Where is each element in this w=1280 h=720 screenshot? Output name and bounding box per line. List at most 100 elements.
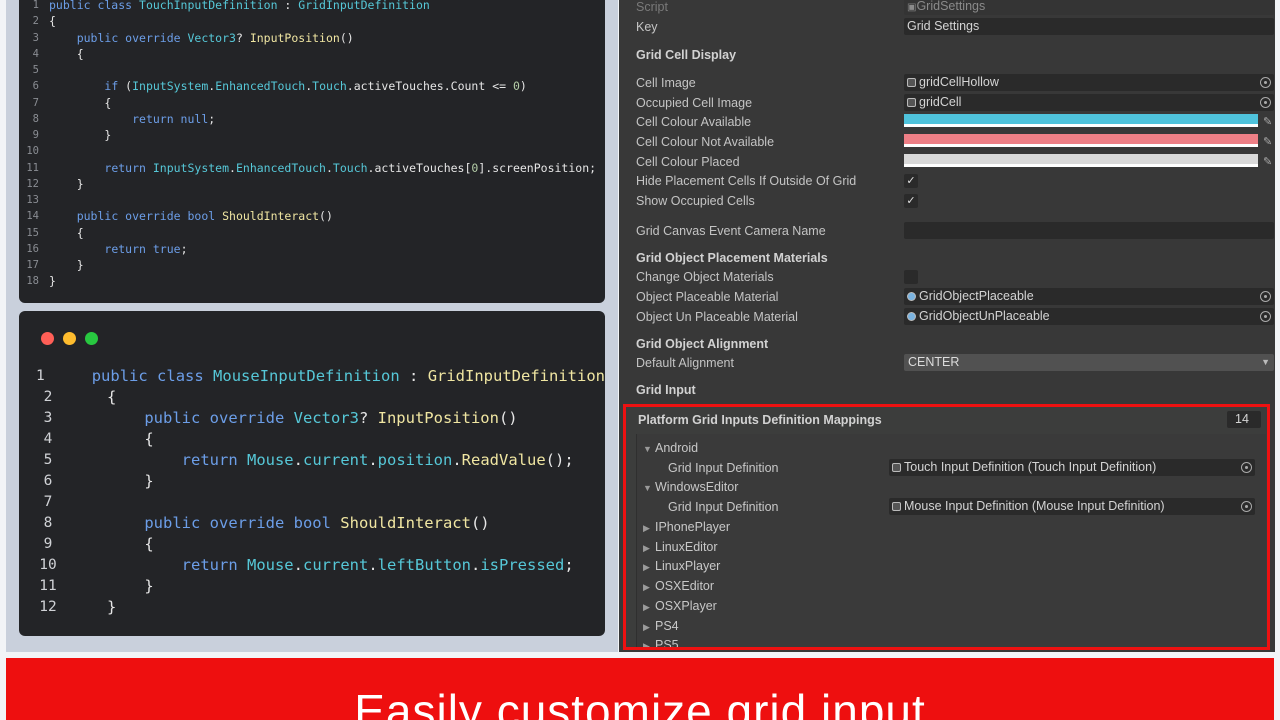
tree-item-windows-editor[interactable]: ▼ WindowsEditor bbox=[643, 478, 738, 496]
collapsed-arrow-icon[interactable]: ▶ bbox=[643, 598, 655, 616]
object-picker-icon[interactable] bbox=[1260, 77, 1271, 88]
colour-not-available-swatch[interactable] bbox=[904, 134, 1258, 147]
line-number: 6 bbox=[43, 473, 53, 489]
tree-item-platform[interactable]: ▶ LinuxEditor bbox=[643, 538, 718, 556]
tree-item-platform[interactable]: ▶ PS5 bbox=[643, 636, 679, 647]
collapsed-arrow-icon[interactable]: ▶ bbox=[643, 637, 655, 647]
code-token: . bbox=[293, 556, 303, 574]
dropdown-arrow-icon: ▼ bbox=[1261, 357, 1270, 367]
android-definition-field[interactable]: Touch Input Definition (Touch Input Defi… bbox=[889, 459, 1255, 476]
expanded-arrow-icon[interactable]: ▼ bbox=[643, 440, 655, 458]
code-token: { bbox=[76, 225, 84, 240]
window-controls bbox=[41, 332, 98, 345]
tree-item-android[interactable]: ▼ Android bbox=[643, 439, 698, 457]
colour-placed-swatch[interactable] bbox=[904, 154, 1258, 167]
line-number: 4 bbox=[43, 431, 53, 447]
show-occupied-checkbox[interactable]: ✓ bbox=[904, 194, 918, 208]
line-number: 13 bbox=[26, 194, 39, 206]
default-alignment-dropdown[interactable]: CENTER ▼ bbox=[904, 354, 1274, 371]
object-picker-icon[interactable] bbox=[1241, 462, 1252, 473]
windows-definition-value: Mouse Input Definition (Mouse Input Defi… bbox=[904, 499, 1165, 513]
colour-available-swatch[interactable] bbox=[904, 114, 1258, 127]
code-token: InputSystem bbox=[152, 160, 230, 175]
change-materials-checkbox[interactable] bbox=[904, 270, 918, 284]
hide-placement-checkbox[interactable]: ✓ bbox=[904, 174, 918, 188]
eyedropper-icon[interactable]: ✎ bbox=[1263, 155, 1272, 168]
collapsed-arrow-icon[interactable]: ▶ bbox=[643, 558, 655, 576]
collapsed-arrow-icon[interactable]: ▶ bbox=[643, 519, 655, 537]
line-number: 1 bbox=[35, 368, 45, 384]
eyedropper-icon[interactable]: ✎ bbox=[1263, 115, 1272, 128]
code-text: public override bool ShouldInteract() bbox=[49, 208, 333, 224]
code-line: 1 public class MouseInputDefinition : Gri… bbox=[19, 366, 605, 387]
line-number: 14 bbox=[26, 210, 39, 223]
camera-name-field[interactable] bbox=[904, 222, 1274, 239]
script-value: GridSettings bbox=[916, 0, 986, 13]
line-number: 1 bbox=[32, 0, 39, 11]
collapsed-arrow-icon[interactable]: ▶ bbox=[643, 578, 655, 596]
minimize-window-icon[interactable] bbox=[63, 332, 76, 345]
code-line: 4 { bbox=[19, 46, 605, 62]
code-token: leftButton bbox=[377, 556, 471, 574]
tree-item-platform[interactable]: ▶ LinuxPlayer bbox=[643, 557, 720, 575]
code-token: return bbox=[181, 556, 247, 574]
code-line: 9 } bbox=[19, 127, 605, 143]
code-token: Mouse bbox=[246, 451, 294, 469]
code-line: 10 return Mouse.current.leftButton.isPre… bbox=[19, 555, 605, 576]
close-window-icon[interactable] bbox=[41, 332, 54, 345]
code-text: public class MouseInputDefinition : Grid… bbox=[92, 366, 605, 387]
expanded-arrow-icon[interactable]: ▼ bbox=[643, 479, 655, 497]
code-line: 5 bbox=[19, 62, 605, 78]
key-field[interactable]: Grid Settings bbox=[904, 18, 1274, 35]
code-line: 11 return InputSystem.EnhancedTouch.Touc… bbox=[19, 160, 605, 176]
collapsed-arrow-icon[interactable]: ▶ bbox=[643, 618, 655, 636]
line-number: 2 bbox=[43, 389, 53, 405]
occupied-cell-image-field[interactable]: gridCell bbox=[904, 94, 1274, 111]
code-line: 5 return Mouse.current.position.ReadValu… bbox=[19, 450, 605, 471]
eyedropper-icon[interactable]: ✎ bbox=[1263, 135, 1272, 148]
cell-image-field[interactable]: gridCellHollow bbox=[904, 74, 1274, 91]
mappings-count-field[interactable]: 14 bbox=[1227, 411, 1261, 428]
line-number: 15 bbox=[26, 226, 39, 239]
object-picker-icon[interactable] bbox=[1260, 311, 1271, 322]
code-token: TouchInputDefinition bbox=[139, 0, 278, 12]
code-text: { bbox=[107, 387, 116, 408]
code-text: public override Vector3? InputPosition() bbox=[107, 408, 517, 429]
maximize-window-icon[interactable] bbox=[85, 332, 98, 345]
object-picker-icon[interactable] bbox=[1260, 97, 1271, 108]
tree-item-platform[interactable]: ▶ PS4 bbox=[643, 617, 679, 635]
code-token: . bbox=[471, 556, 481, 574]
windows-definition-field[interactable]: Mouse Input Definition (Mouse Input Defi… bbox=[889, 498, 1255, 515]
unplaceable-material-field[interactable]: GridObjectUnPlaceable bbox=[904, 308, 1274, 325]
sprite-icon bbox=[907, 98, 916, 107]
default-alignment-label: Default Alignment bbox=[636, 356, 734, 370]
tree-item-platform[interactable]: ▶ OSXEditor bbox=[643, 577, 714, 595]
code-token: . bbox=[368, 451, 378, 469]
platform-mappings-panel: Platform Grid Inputs Definition Mappings… bbox=[623, 404, 1270, 650]
windows-editor-label: WindowsEditor bbox=[655, 480, 739, 494]
code-text: return true; bbox=[49, 241, 187, 257]
code-line: 16 return true; bbox=[19, 241, 605, 257]
line-number: 7 bbox=[43, 494, 53, 510]
code-line: 6 if (InputSystem.EnhancedTouch.Touch.ac… bbox=[19, 78, 605, 94]
occupied-cell-image-label: Occupied Cell Image bbox=[636, 96, 753, 110]
code-token: Mouse bbox=[246, 556, 294, 574]
code-token: { bbox=[107, 388, 117, 406]
tree-item-platform[interactable]: ▶ IPhonePlayer bbox=[643, 518, 730, 536]
code-token: .activeTouches.Count <= bbox=[346, 79, 513, 94]
code-text: { bbox=[49, 46, 84, 62]
code-token: public class bbox=[49, 0, 140, 12]
tree-item-platform[interactable]: ▶ OSXPlayer bbox=[643, 597, 717, 615]
code-token: } bbox=[144, 577, 154, 595]
mappings-title[interactable]: Platform Grid Inputs Definition Mappings bbox=[638, 413, 882, 427]
code-text: { bbox=[107, 429, 153, 450]
code-token: } bbox=[49, 274, 56, 289]
camera-name-label: Grid Canvas Event Camera Name bbox=[636, 224, 826, 238]
collapsed-arrow-icon[interactable]: ▶ bbox=[643, 539, 655, 557]
object-picker-icon[interactable] bbox=[1260, 291, 1271, 302]
placeable-material-field[interactable]: GridObjectPlaceable bbox=[904, 288, 1274, 305]
object-picker-icon[interactable] bbox=[1241, 501, 1252, 512]
code-text: } bbox=[107, 597, 116, 618]
code-token: Touch bbox=[332, 160, 368, 175]
cell-image-label: Cell Image bbox=[636, 76, 696, 90]
